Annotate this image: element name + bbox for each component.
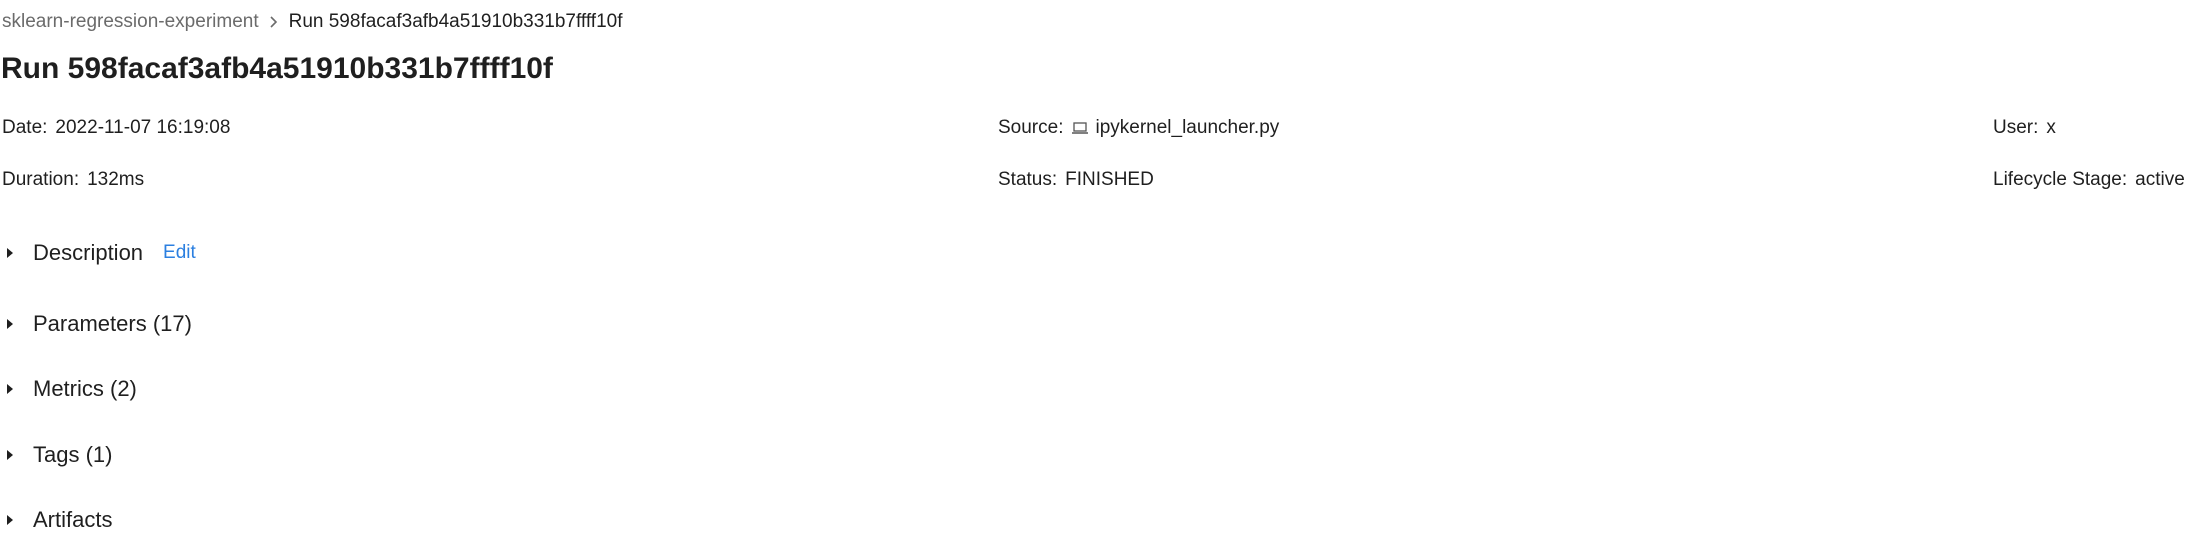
meta-date: Date: 2022-11-07 16:19:08 xyxy=(2,117,231,138)
caret-right-icon[interactable] xyxy=(4,514,16,526)
page-title: Run 598facaf3afb4a51910b331b7ffff10f xyxy=(1,52,553,85)
section-parameters[interactable]: Parameters (17) xyxy=(0,308,192,340)
meta-duration-label: Duration xyxy=(2,169,74,190)
section-tags[interactable]: Tags (1) xyxy=(0,439,112,471)
meta-source: Source: ipykernel_launcher.py xyxy=(998,116,1280,140)
breadcrumb-current-run: Run 598facaf3afb4a51910b331b7ffff10f xyxy=(288,11,623,32)
meta-user-label: User xyxy=(1993,117,2034,138)
section-description-title[interactable]: Description xyxy=(33,239,143,267)
meta-status-label: Status xyxy=(998,169,1052,190)
section-metrics[interactable]: Metrics (2) xyxy=(0,373,137,405)
meta-source-label: Source xyxy=(998,117,1059,138)
section-tags-title[interactable]: Tags (1) xyxy=(33,441,112,469)
section-parameters-title[interactable]: Parameters (17) xyxy=(33,310,192,338)
meta-user-value: x xyxy=(2046,117,2056,138)
meta-duration: Duration: 132ms xyxy=(2,169,145,190)
meta-lifecycle-value: active xyxy=(2135,169,2185,190)
meta-lifecycle-label: Lifecycle Stage xyxy=(1993,169,2122,190)
laptop-icon xyxy=(1072,122,1089,134)
breadcrumb: sklearn-regression-experiment Run 598fac… xyxy=(2,10,622,34)
section-artifacts[interactable]: Artifacts xyxy=(0,504,112,536)
breadcrumb-experiment-link[interactable]: sklearn-regression-experiment xyxy=(2,10,259,34)
meta-date-label: Date xyxy=(2,117,43,138)
section-metrics-title[interactable]: Metrics (2) xyxy=(33,375,137,403)
caret-right-icon[interactable] xyxy=(4,247,16,259)
meta-user: User: x xyxy=(1993,117,2056,138)
meta-date-value: 2022-11-07 16:19:08 xyxy=(55,117,231,138)
caret-right-icon[interactable] xyxy=(4,449,16,461)
caret-right-icon[interactable] xyxy=(4,383,16,395)
meta-duration-value: 132ms xyxy=(87,169,145,190)
chevron-right-icon xyxy=(259,15,289,29)
section-artifacts-title[interactable]: Artifacts xyxy=(33,506,112,534)
meta-status-value: FINISHED xyxy=(1065,169,1154,190)
section-description[interactable]: Description Edit xyxy=(0,237,196,269)
description-edit-link[interactable]: Edit xyxy=(163,242,196,264)
meta-status: Status: FINISHED xyxy=(998,169,1154,190)
run-page: sklearn-regression-experiment Run 598fac… xyxy=(0,0,2212,544)
caret-right-icon[interactable] xyxy=(4,318,16,330)
meta-source-value[interactable]: ipykernel_launcher.py xyxy=(1095,116,1279,140)
meta-lifecycle: Lifecycle Stage: active xyxy=(1993,169,2185,190)
